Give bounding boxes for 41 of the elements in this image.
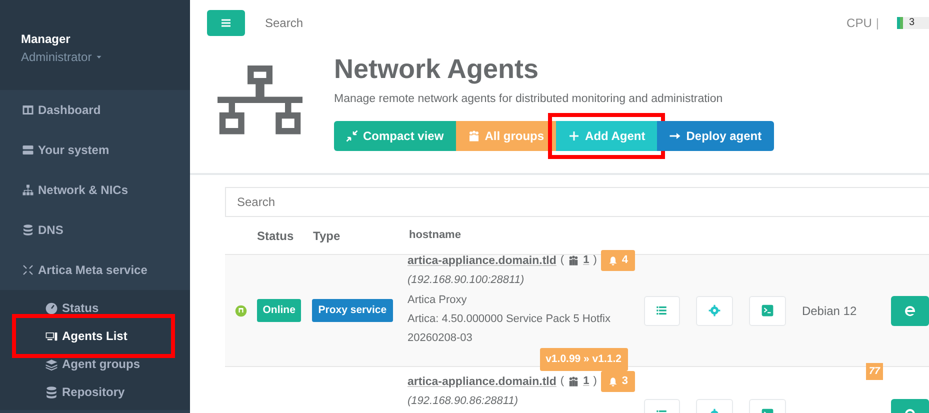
ip-address: (192.168.90.100:28811)	[408, 273, 526, 288]
type-badge: Proxy service	[312, 298, 393, 322]
hostname-link[interactable]: artica-appliance.domain.tld	[408, 372, 556, 392]
group-count-link[interactable]: 1	[568, 372, 590, 392]
toolbar-button[interactable]: Compact view	[334, 120, 456, 151]
hostname-link[interactable]: artica-appliance.domain.tld	[408, 250, 556, 271]
sidebar-item[interactable]: Your system	[0, 130, 190, 170]
paren-text: )	[593, 253, 597, 268]
user-name: Manager	[21, 31, 72, 48]
submenu-item[interactable]: Status	[0, 294, 99, 322]
page-title: Network Agents	[334, 53, 540, 86]
cpu-reading: 3	[909, 16, 915, 30]
cpu-label: CPU	[846, 14, 872, 32]
sidebar-item[interactable]: DNS	[0, 210, 190, 250]
paren-text: (	[560, 253, 564, 268]
status-badge: Online	[256, 298, 302, 322]
column-header: Type	[313, 228, 340, 242]
alert-badge: 4	[600, 250, 635, 272]
alert-badge: 3	[600, 371, 635, 392]
sidebar-item[interactable]: Network & NICs	[0, 170, 190, 210]
os-name: Debian 12	[802, 304, 857, 318]
column-header: Status	[257, 228, 294, 242]
version-text: Artica: 4.50.000000 Service Pack 5 Hotfix 20260208-03	[408, 312, 612, 346]
sidebar-item[interactable]: Dashboard	[0, 90, 190, 130]
notice-badge: 77	[866, 363, 883, 380]
table-search-field[interactable]: Search	[225, 187, 929, 217]
submenu-item[interactable]: Agents List	[20, 322, 168, 350]
submenu-item[interactable]: Agent groups	[0, 350, 140, 378]
paren-text: )	[593, 374, 597, 389]
product-name: Artica Proxy	[408, 292, 468, 308]
role-dropdown[interactable]: Administrator	[21, 48, 190, 66]
group-count-link[interactable]: 1	[568, 251, 590, 270]
submenu-item[interactable]: Repository	[0, 378, 125, 406]
separator-text: |	[876, 14, 879, 32]
toolbar-button[interactable]: Deploy agent	[657, 120, 774, 151]
column-header: hostname	[409, 228, 461, 241]
update-badge: v1.0.99 » v1.1.2	[540, 348, 628, 371]
ip-address: (192.168.90.86:28811)	[408, 394, 519, 410]
paren-text: (	[560, 374, 564, 389]
sidebar-item[interactable]: Artica Meta service	[0, 250, 190, 290]
page-description: Manage remote network agents for distributed monitoring and administration	[334, 92, 724, 108]
